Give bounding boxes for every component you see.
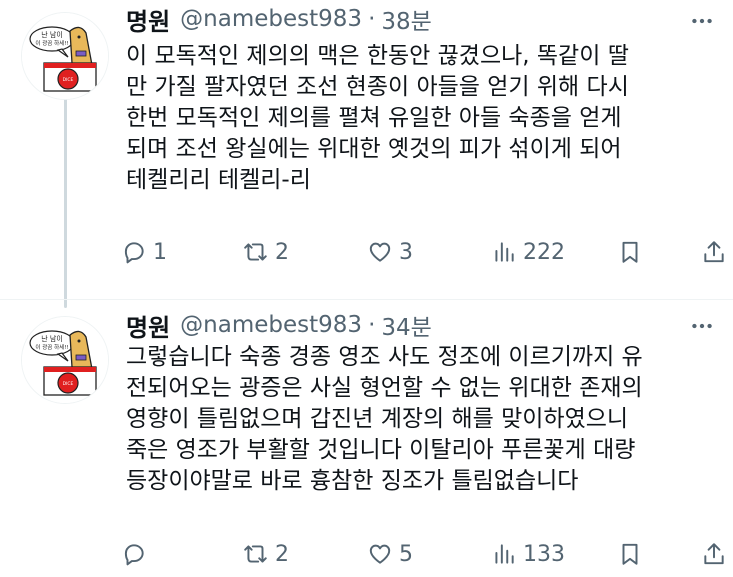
views-chart-icon	[495, 544, 514, 564]
views-count: 222	[523, 239, 565, 265]
retweet-icon	[244, 545, 267, 563]
reply-button[interactable]	[121, 537, 153, 571]
share-button[interactable]	[701, 537, 727, 571]
heart-icon	[369, 544, 391, 564]
svg-text:이 광끔 하세!!: 이 광끔 하세!!	[35, 39, 68, 47]
share-button[interactable]	[701, 235, 727, 269]
views-chart-icon	[495, 242, 514, 262]
views-button[interactable]: 133	[491, 537, 565, 571]
retweet-button[interactable]: 2	[243, 537, 289, 571]
like-count: 5	[399, 541, 413, 567]
thread-connector-line	[64, 98, 67, 308]
tweet-actions: 2 5 133	[121, 537, 729, 571]
svg-text:난 남이: 난 남이	[41, 30, 63, 39]
user-handle[interactable]: @namebest983	[180, 312, 362, 338]
avatar[interactable]: 난 남이 이 광끔 하세!! DICE	[21, 12, 109, 100]
display-name[interactable]: 명원	[126, 2, 170, 37]
bookmark-icon	[622, 543, 638, 565]
timestamp[interactable]: 38분	[381, 2, 431, 36]
views-button[interactable]: 222	[491, 235, 565, 269]
timestamp[interactable]: 34분	[381, 308, 431, 342]
retweet-count: 2	[275, 541, 289, 567]
share-icon	[704, 543, 724, 565]
retweet-button[interactable]: 2	[243, 235, 289, 269]
views-count: 133	[523, 541, 565, 567]
more-options-button[interactable]	[687, 311, 717, 341]
tweet[interactable]: 난 남이 이 광끔 하세!! DICE 명원 @namebest983 · 38…	[0, 0, 733, 308]
svg-text:DICE: DICE	[63, 381, 74, 387]
tweet-text: 그렇습니다 숙종 경종 영조 사도 정조에 이르기까지 유 전되어오는 광증은 …	[126, 344, 643, 494]
retweet-icon	[244, 243, 267, 261]
bookmark-button[interactable]	[617, 537, 643, 571]
display-name[interactable]: 명원	[126, 308, 170, 343]
retweet-count: 2	[275, 239, 289, 265]
more-dots-icon	[692, 323, 712, 329]
like-count: 3	[399, 239, 413, 265]
bookmark-button[interactable]	[617, 235, 643, 269]
tweet[interactable]: 난 남이 이 광끔 하세!! DICE 명원 @namebest983 · 34…	[0, 300, 733, 577]
svg-text:이 광끔 하세!!: 이 광끔 하세!!	[35, 343, 68, 351]
more-dots-icon	[692, 18, 712, 24]
svg-text:난 남이: 난 남이	[41, 334, 63, 343]
reply-count: 1	[153, 239, 167, 265]
separator-dot: ·	[368, 312, 376, 338]
tweet-header: 명원 @namebest983 · 34분	[126, 308, 432, 343]
tweet-text: 이 모독적인 제의의 맥은 한동안 끊겼으나, 똑같이 딸 만 가질 팔자였던 …	[126, 43, 629, 193]
avatar-drawing: 난 남이 이 광끔 하세!! DICE	[22, 13, 108, 99]
heart-icon	[369, 242, 391, 262]
reply-button[interactable]: 1	[121, 235, 167, 269]
like-button[interactable]: 3	[367, 235, 413, 269]
share-icon	[704, 241, 724, 263]
bookmark-icon	[622, 241, 638, 263]
reply-icon	[124, 242, 144, 264]
reply-icon	[124, 544, 144, 566]
like-button[interactable]: 5	[367, 537, 413, 571]
user-handle[interactable]: @namebest983	[180, 6, 362, 32]
tweet-actions: 1 2 3 222	[121, 235, 729, 269]
avatar-drawing: 난 남이 이 광끔 하세!! DICE	[22, 317, 108, 403]
svg-text:DICE: DICE	[63, 77, 74, 83]
avatar[interactable]: 난 남이 이 광끔 하세!! DICE	[21, 316, 109, 404]
more-options-button[interactable]	[687, 6, 717, 36]
tweet-header: 명원 @namebest983 · 38분	[126, 2, 432, 37]
separator-dot: ·	[368, 6, 376, 32]
